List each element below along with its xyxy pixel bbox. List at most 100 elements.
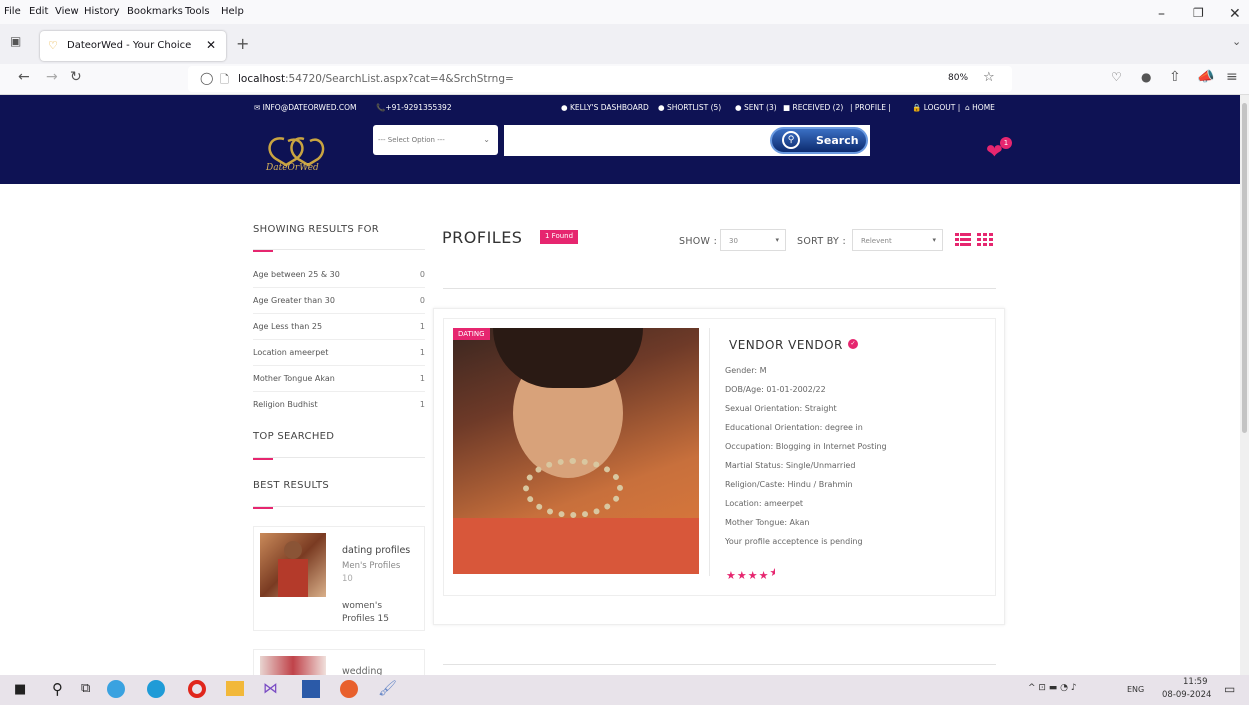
menu-file[interactable]: File	[4, 6, 21, 17]
filter-row[interactable]: Age Less than 25 1	[253, 314, 425, 340]
shield-icon[interactable]: ◯	[200, 71, 213, 85]
photo-necklace	[523, 458, 623, 518]
profile-photo[interactable]	[453, 328, 699, 574]
close-window-icon[interactable]: ✕	[1229, 6, 1241, 22]
search-taskbar-icon[interactable]: ⚲	[52, 680, 63, 698]
pocket-icon[interactable]: ♡	[1111, 70, 1122, 84]
tab-list-icon[interactable]: ▣	[10, 34, 21, 48]
received-link[interactable]: ■ RECEIVED (2)	[783, 103, 843, 112]
scrollbar[interactable]	[1240, 95, 1249, 675]
favorites-heart[interactable]: ❤ 1	[986, 137, 1012, 163]
account-icon[interactable]: ●	[1141, 70, 1151, 84]
zoom-level[interactable]: 80%	[948, 73, 968, 83]
menu-history[interactable]: History	[84, 6, 120, 17]
profile-link[interactable]: | PROFILE |	[850, 103, 891, 112]
detail-dob: DOB/Age: 01-01-2002/22	[725, 385, 826, 394]
menu-help[interactable]: Help	[221, 6, 244, 17]
chevron-down-icon: ▾	[932, 236, 936, 244]
tray-icons[interactable]: ^ ⊡ ▬ ◔ ♪	[1028, 683, 1077, 693]
url-path: :54720/SearchList.aspx?cat=4&SrchStrng=	[285, 73, 514, 85]
word-icon[interactable]	[302, 680, 320, 698]
home-link[interactable]: ⌂ HOME	[965, 103, 995, 112]
new-tab-icon[interactable]: +	[236, 34, 249, 53]
logo-text: DateOrWed	[266, 163, 319, 173]
filter-label: Age Greater than 30	[253, 296, 335, 305]
back-icon[interactable]: ←	[18, 69, 30, 85]
filter-row[interactable]: Location ameerpet 1	[253, 340, 425, 366]
task-view-icon[interactable]: ⧉	[81, 681, 90, 696]
dashboard-link[interactable]: ● KELLY'S DASHBOARD	[561, 103, 649, 112]
restore-icon[interactable]: ❐	[1193, 6, 1204, 20]
menu-tools[interactable]: Tools	[185, 6, 210, 17]
minimize-icon[interactable]: –	[1158, 6, 1165, 22]
browser-tab[interactable]: ♡ DateorWed - Your Choice ✕	[40, 31, 226, 61]
share-icon[interactable]: ⇧	[1169, 69, 1181, 85]
filter-label: Religion Budhist	[253, 400, 318, 409]
list-view-icon[interactable]	[955, 232, 971, 246]
menu-edit[interactable]: Edit	[29, 6, 48, 17]
hamburger-menu-icon[interactable]: ≡	[1226, 69, 1238, 85]
opera-icon[interactable]	[188, 680, 206, 698]
megaphone-icon[interactable]: 📣	[1197, 69, 1214, 85]
accent-bar	[253, 250, 273, 252]
card-count: 10	[342, 574, 353, 584]
language-indicator[interactable]: ENG	[1127, 685, 1144, 694]
sent-label: SENT (3)	[743, 103, 777, 112]
filter-row[interactable]: Age between 25 & 30 0	[253, 262, 425, 288]
page-title: PROFILES	[442, 228, 523, 247]
menu-bookmarks[interactable]: Bookmarks	[127, 6, 183, 17]
rating-stars: ★★★★★	[726, 566, 775, 582]
clock-time[interactable]: 11:59	[1183, 677, 1208, 687]
notification-icon[interactable]: ▭	[1224, 682, 1235, 696]
tab-close-icon[interactable]: ✕	[206, 38, 216, 52]
paint-icon[interactable]: 🖌	[378, 679, 397, 697]
taskbar: ■ ⚲ ⧉ ⋈ 🖌 ^ ⊡ ▬ ◔ ♪ ENG 11:59 08-09-2024…	[0, 675, 1249, 705]
profile-name[interactable]: VENDOR VENDOR	[729, 338, 843, 352]
mens-profile-image	[260, 533, 326, 597]
menu-view[interactable]: View	[55, 6, 79, 17]
firefox-icon[interactable]	[340, 680, 358, 698]
filter-row[interactable]: Age Greater than 30 0	[253, 288, 425, 314]
filter-count: 1	[419, 322, 425, 331]
forward-icon[interactable]: →	[46, 69, 58, 85]
filter-label: Location ameerpet	[253, 348, 329, 357]
divider	[253, 457, 425, 458]
detail-religion: Religion/Caste: Hindu / Brahmin	[725, 480, 853, 489]
shortlist-link[interactable]: ● SHORTLIST (5)	[658, 103, 721, 112]
category-select[interactable]: --- Select Option --- ⌄	[373, 125, 498, 155]
divider	[253, 249, 425, 250]
windows-start-icon[interactable]: ■	[14, 682, 26, 697]
top-searched-title: TOP SEARCHED	[253, 431, 335, 442]
sent-link[interactable]: ● SENT (3)	[735, 103, 777, 112]
file-explorer-icon[interactable]	[226, 681, 244, 696]
sort-select[interactable]: Relevent ▾	[852, 229, 943, 251]
grid-view-icon[interactable]	[977, 232, 993, 246]
detail-location: Location: ameerpet	[725, 499, 804, 508]
edge-icon[interactable]	[147, 680, 165, 698]
visual-studio-icon[interactable]: ⋈	[263, 679, 278, 697]
tab-title: DateorWed - Your Choice	[67, 40, 192, 51]
phone-link[interactable]: 📞+91-9291355392	[376, 103, 452, 112]
k-app-icon[interactable]	[107, 680, 125, 698]
filter-row[interactable]: Religion Budhist 1	[253, 392, 425, 418]
detail-occupation: Occupation: Blogging in Internet Posting	[725, 442, 887, 451]
card-title[interactable]: dating profiles	[342, 545, 410, 556]
detail-education: Educational Orientation: degree in	[725, 423, 863, 432]
reload-icon[interactable]: ↻	[70, 69, 82, 85]
filter-row[interactable]: Mother Tongue Akan 1	[253, 366, 425, 392]
url-bar[interactable]: ◯ 🗋 localhost :54720/SearchList.aspx?cat…	[188, 66, 1012, 92]
best-result-card[interactable]: dating profiles Men's Profiles 10 women'…	[253, 526, 425, 631]
email-link[interactable]: ✉ INFO@DATEORWED.COM	[254, 103, 356, 112]
logout-link[interactable]: 🔒 LOGOUT |	[912, 103, 960, 112]
show-select[interactable]: 30 ▾	[720, 229, 786, 251]
tab-overflow-icon[interactable]: ⌄	[1232, 35, 1241, 48]
clock-date[interactable]: 08-09-2024	[1162, 690, 1211, 700]
card-sub: Men's Profiles	[342, 561, 401, 571]
site-logo[interactable]: DateOrWed	[262, 133, 334, 177]
search-button[interactable]: ⚲ Search	[770, 127, 868, 154]
nav-bar: ← → ↻ ◯ 🗋 localhost :54720/SearchList.as…	[0, 64, 1249, 95]
bookmark-star-icon[interactable]: ☆	[983, 70, 995, 85]
search-icon: ⚲	[782, 131, 800, 149]
divider	[709, 328, 710, 576]
scrollbar-thumb[interactable]	[1242, 103, 1247, 433]
